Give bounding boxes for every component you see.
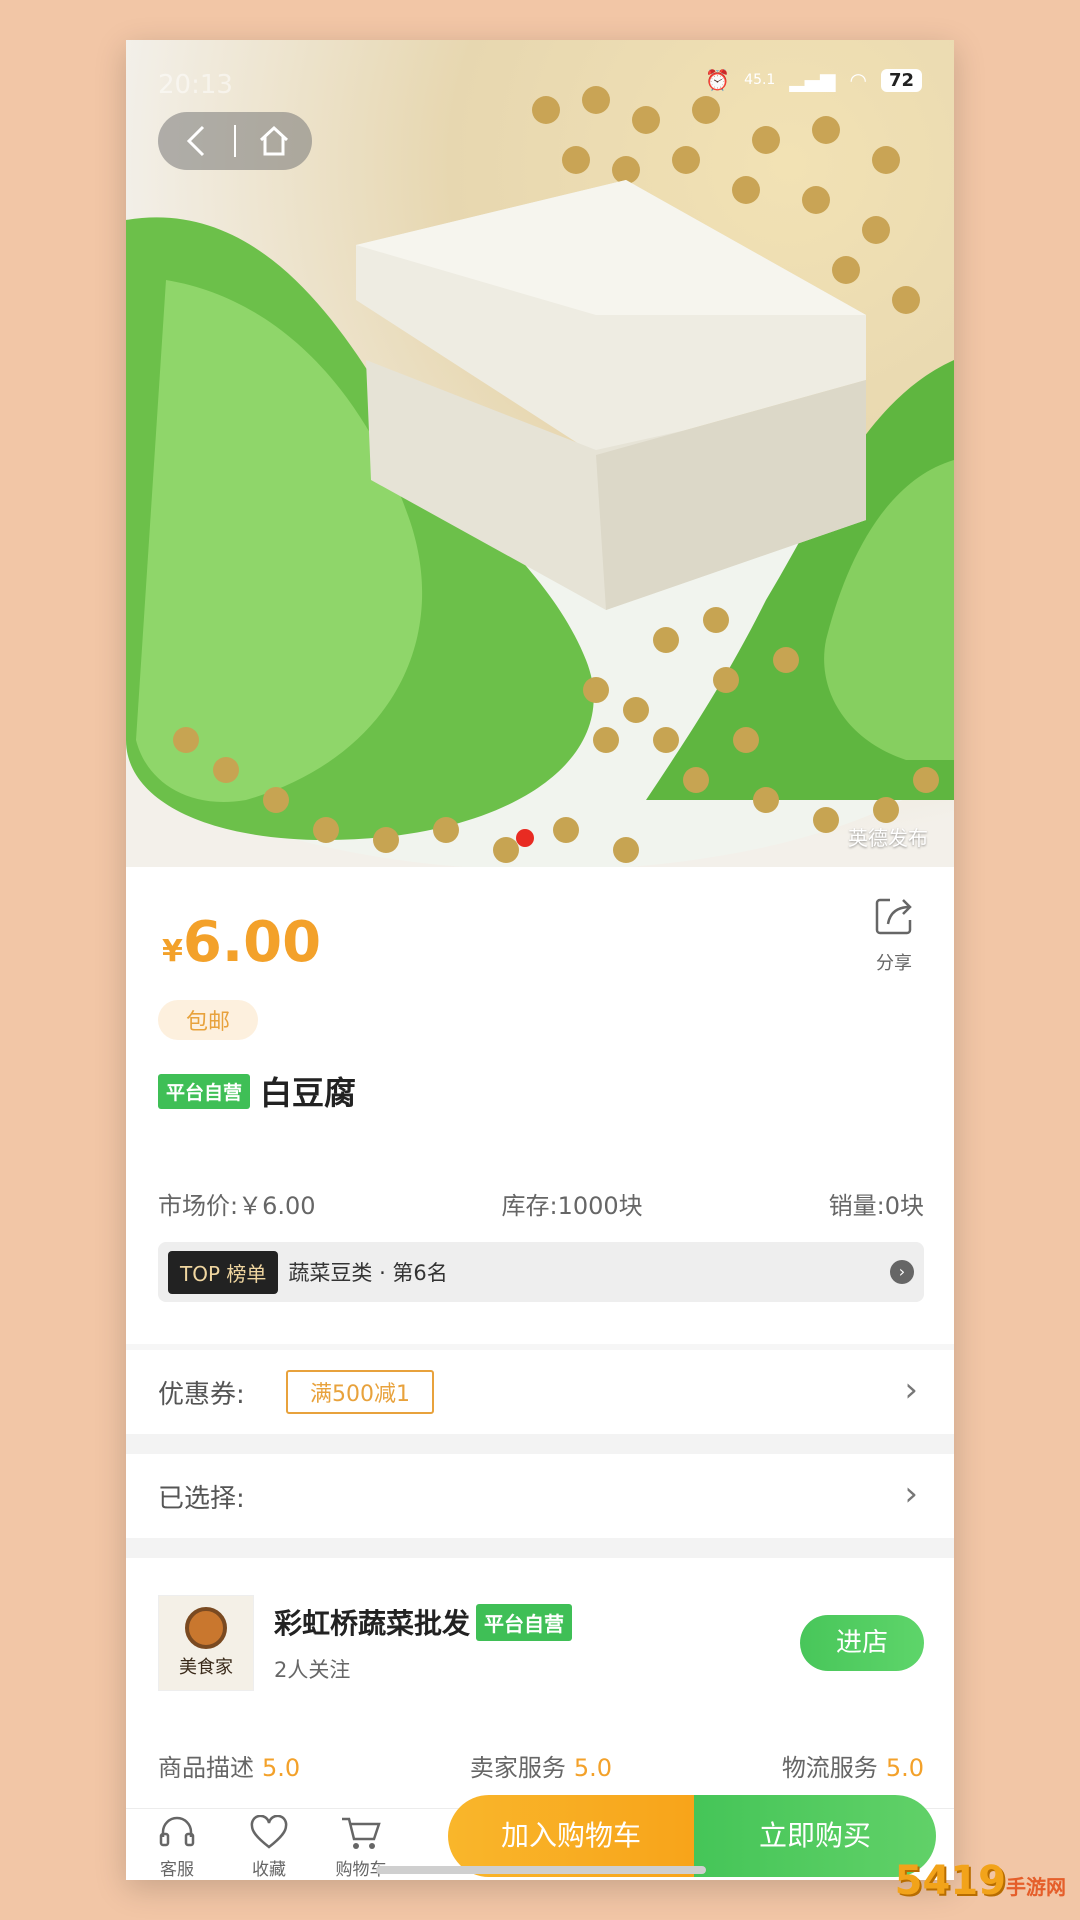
status-bar: 20:13 ⏰ 45.1 ▂▄▆ ◠ 72 <box>126 68 954 102</box>
chevron-right-icon: › <box>904 1370 918 1410</box>
stock-count: 库存:1000块 <box>501 1192 643 1220</box>
selected-label: 已选择: <box>158 1484 245 1514</box>
enter-shop-button[interactable]: 进店 <box>800 1615 924 1671</box>
product-stats: 市场价:￥6.00 库存:1000块 销量:0块 <box>158 1186 924 1221</box>
home-icon <box>259 125 289 156</box>
shop-logo-emblem <box>185 1607 227 1649</box>
coupon-label: 优惠券: <box>158 1380 245 1410</box>
chevron-right-icon: › <box>904 1474 918 1514</box>
headset-icon <box>159 1816 195 1847</box>
shop-ratings: 商品描述 5.0 卖家服务 5.0 物流服务 5.0 <box>158 1748 924 1783</box>
cart-icon <box>342 1817 381 1849</box>
shop-logo-text: 美食家 <box>179 1657 233 1678</box>
rating-item: 卖家服务 5.0 <box>469 1754 613 1782</box>
divider <box>126 1538 954 1558</box>
selected-spec-row[interactable]: 已选择: › <box>126 1454 954 1538</box>
service-label: 客服 <box>160 1860 194 1880</box>
chevron-right-icon: › <box>890 1260 914 1284</box>
signal-icon: ▂▄▆ <box>789 68 836 92</box>
shop-logo[interactable]: 美食家 <box>158 1595 254 1691</box>
favorite-button[interactable]: 收藏 <box>234 1815 304 1880</box>
coupon-ticket[interactable]: 满500减1 <box>286 1370 434 1414</box>
share-label: 分享 <box>876 953 912 974</box>
currency-symbol: ¥ <box>162 934 183 969</box>
rating-item: 商品描述 5.0 <box>158 1754 301 1782</box>
share-button[interactable]: 分享 <box>864 896 924 975</box>
add-to-cart-button[interactable]: 加入购物车 <box>448 1795 694 1877</box>
ranking-text: 蔬菜豆类 · 第6名 <box>288 1261 448 1285</box>
status-time: 20:13 <box>158 70 233 100</box>
shop-followers: 2人关注 <box>274 1658 351 1682</box>
product-name: 白豆腐 <box>260 1074 357 1112</box>
sales-count: 销量:0块 <box>828 1192 924 1220</box>
shop-name-row: 彩虹桥蔬菜批发 平台自营 <box>274 1602 573 1642</box>
net-speed: 45.1 <box>744 72 776 88</box>
chevron-left-icon <box>186 125 205 157</box>
product-title: 平台自营 白豆腐 <box>158 1068 356 1114</box>
coupon-row[interactable]: 优惠券: 满500减1 › <box>126 1350 954 1434</box>
wifi-icon: ◠ <box>849 68 867 92</box>
rating-item: 物流服务 5.0 <box>781 1754 924 1782</box>
self-operated-badge: 平台自营 <box>158 1073 251 1109</box>
image-watermark: 英德发布 <box>848 826 928 850</box>
phone-screen: 20:13 ⏰ 45.1 ▂▄▆ ◠ 72 英德发布 ¥6.00 分享 包邮 平… <box>126 40 954 1880</box>
carousel-indicator <box>516 829 534 847</box>
shop-self-badge: 平台自营 <box>476 1603 573 1641</box>
top-list-badge: TOP 榜单 <box>168 1250 279 1294</box>
share-icon <box>875 898 912 935</box>
divider <box>126 1434 954 1454</box>
free-shipping-tag: 包邮 <box>158 1000 259 1040</box>
price-value: 6.00 <box>182 910 322 975</box>
status-icons: ⏰ 45.1 ▂▄▆ ◠ 72 <box>705 68 922 92</box>
shop-name[interactable]: 彩虹桥蔬菜批发 <box>274 1602 470 1642</box>
nav-pill <box>158 112 312 170</box>
back-button[interactable] <box>158 112 234 170</box>
home-button[interactable] <box>236 112 312 170</box>
battery-level: 72 <box>880 68 922 92</box>
customer-service-button[interactable]: 客服 <box>142 1815 212 1880</box>
favorite-label: 收藏 <box>252 1860 286 1880</box>
product-image[interactable]: 20:13 ⏰ 45.1 ▂▄▆ ◠ 72 英德发布 <box>126 40 954 867</box>
product-price: ¥6.00 <box>162 910 321 975</box>
ranking-banner[interactable]: TOP 榜单 蔬菜豆类 · 第6名 › <box>158 1242 924 1302</box>
alarm-icon: ⏰ <box>705 68 731 92</box>
home-indicator <box>376 1866 706 1874</box>
heart-icon <box>250 1815 288 1849</box>
site-watermark: 5419手游网 <box>894 1858 1066 1904</box>
market-price: 市场价:￥6.00 <box>158 1192 316 1220</box>
